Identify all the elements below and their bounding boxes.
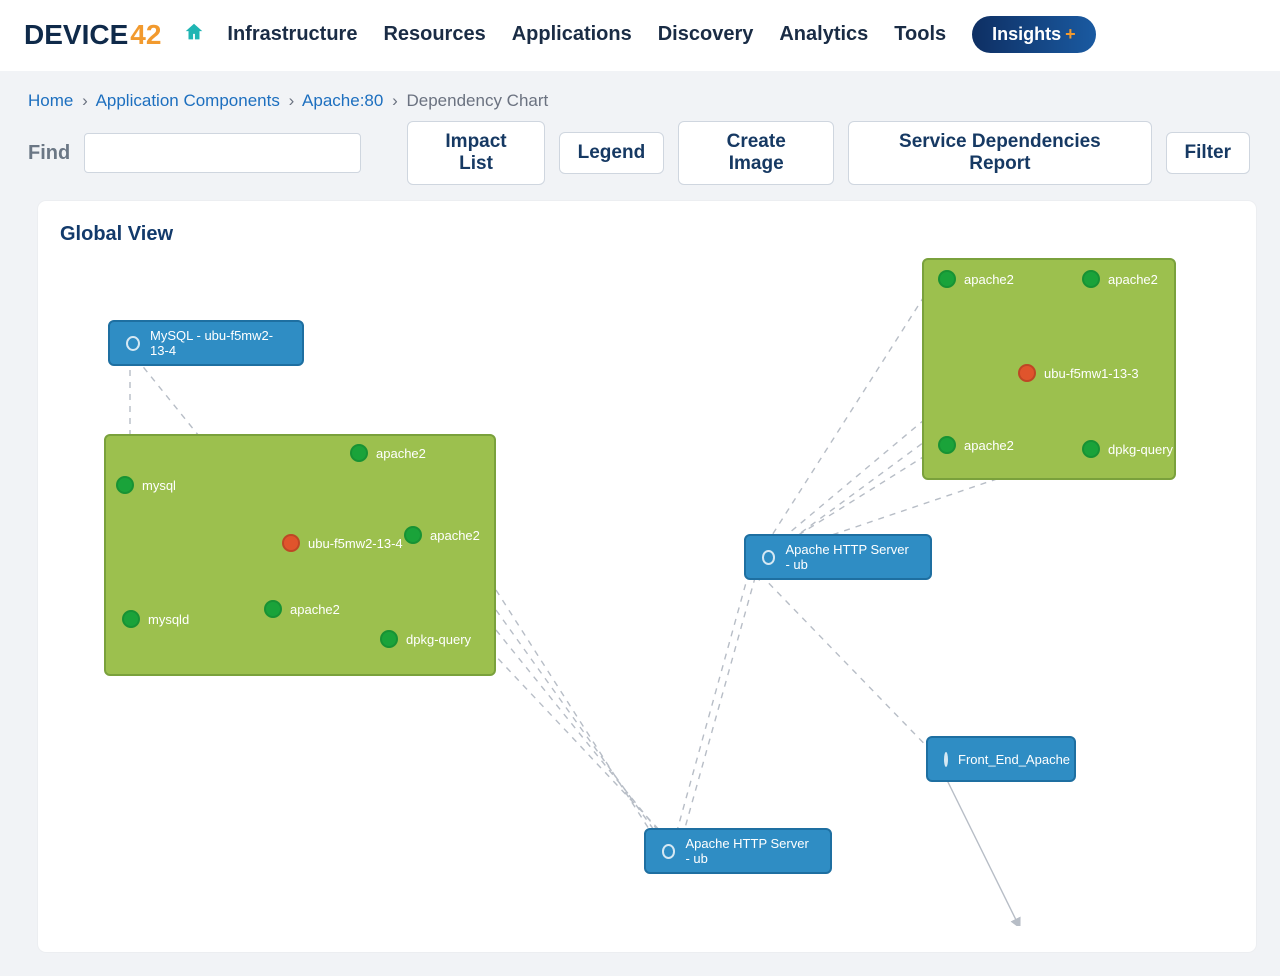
crumb-leaf: Dependency Chart xyxy=(406,91,548,110)
insights-label: Insights xyxy=(992,24,1061,45)
nav-infrastructure[interactable]: Infrastructure xyxy=(227,23,357,46)
insights-pill[interactable]: Insights+ xyxy=(972,16,1096,53)
process-node[interactable]: dpkg-query xyxy=(1082,440,1173,458)
process-label: apache2 xyxy=(964,272,1014,287)
content-shell: Home › Application Components › Apache:8… xyxy=(0,71,1280,976)
process-node[interactable]: apache2 xyxy=(938,270,1014,288)
process-dot-icon xyxy=(116,476,134,494)
home-icon[interactable] xyxy=(183,21,205,49)
process-dot-icon xyxy=(380,630,398,648)
host-dot-icon xyxy=(1018,364,1036,382)
nav-discovery[interactable]: Discovery xyxy=(658,23,754,46)
process-node[interactable]: apache2 xyxy=(350,444,426,462)
brand-word: DEVICE xyxy=(24,19,128,51)
app-node[interactable]: Apache HTTP Server - ub xyxy=(644,828,832,874)
app-label: Apache HTTP Server - ub xyxy=(685,836,814,866)
process-dot-icon xyxy=(350,444,368,462)
process-node[interactable]: mysql xyxy=(116,476,176,494)
topbar: DEVICE42 Infrastructure Resources Applic… xyxy=(0,0,1280,71)
app-label: Apache HTTP Server - ub xyxy=(785,542,914,572)
app-node[interactable]: Apache HTTP Server - ub xyxy=(744,534,932,580)
panel-title: Global View xyxy=(60,223,1234,246)
process-node[interactable]: dpkg-query xyxy=(380,630,471,648)
crumb-apache[interactable]: Apache:80 xyxy=(302,91,383,110)
process-dot-icon xyxy=(938,270,956,288)
service-dependencies-report-button[interactable]: Service Dependencies Report xyxy=(848,121,1151,185)
process-dot-icon xyxy=(1082,440,1100,458)
process-dot-icon xyxy=(264,600,282,618)
nav-tools[interactable]: Tools xyxy=(894,23,946,46)
process-dot-icon xyxy=(122,610,140,628)
app-ring-icon xyxy=(662,844,675,859)
app-ring-icon xyxy=(126,336,140,351)
process-label: apache2 xyxy=(964,438,1014,453)
process-dot-icon xyxy=(938,436,956,454)
process-dot-icon xyxy=(404,526,422,544)
chevron-right-icon: › xyxy=(78,91,92,110)
process-node[interactable]: mysqld xyxy=(122,610,189,628)
filter-button[interactable]: Filter xyxy=(1166,132,1250,174)
process-label: mysql xyxy=(142,478,176,493)
process-node[interactable]: apache2 xyxy=(938,436,1014,454)
process-label: mysqld xyxy=(148,612,189,627)
impact-list-button[interactable]: Impact List xyxy=(407,121,544,185)
main-nav: Infrastructure Resources Applications Di… xyxy=(227,16,1095,53)
graph-canvas[interactable]: ubu-f5mw2-13-4 mysql apache2 apache2 mysqld a… xyxy=(60,258,1234,926)
brand-num: 42 xyxy=(130,19,161,51)
chevron-right-icon: › xyxy=(388,91,402,110)
process-label: apache2 xyxy=(430,528,480,543)
process-dot-icon xyxy=(1082,270,1100,288)
nav-analytics[interactable]: Analytics xyxy=(779,23,868,46)
app-ring-icon xyxy=(762,550,775,565)
process-node[interactable]: apache2 xyxy=(1082,270,1158,288)
host-dot-icon xyxy=(282,534,300,552)
nav-resources[interactable]: Resources xyxy=(383,23,485,46)
app-node[interactable]: Front_End_Apache xyxy=(926,736,1076,782)
app-ring-icon xyxy=(944,752,948,767)
legend-button[interactable]: Legend xyxy=(559,132,665,174)
brand-logo[interactable]: DEVICE42 xyxy=(24,19,161,51)
app-label: Front_End_Apache xyxy=(958,752,1070,767)
crumb-components[interactable]: Application Components xyxy=(96,91,280,110)
chevron-right-icon: › xyxy=(285,91,299,110)
breadcrumb: Home › Application Components › Apache:8… xyxy=(14,85,1256,121)
host-center-node[interactable]: ubu-f5mw2-13-4 xyxy=(282,534,403,552)
process-label: apache2 xyxy=(376,446,426,461)
crumb-home[interactable]: Home xyxy=(28,91,73,110)
find-label: Find xyxy=(28,142,70,165)
dependency-chart-panel: Global View ubu-f5mw2-13-4 mysql apache2 ap… xyxy=(38,201,1256,952)
process-node[interactable]: apache2 xyxy=(404,526,480,544)
toolbar: Find Impact List Legend Create Image Ser… xyxy=(14,121,1256,201)
host-label: ubu-f5mw1-13-3 xyxy=(1044,366,1139,381)
process-label: apache2 xyxy=(1108,272,1158,287)
host-center-node[interactable]: ubu-f5mw1-13-3 xyxy=(1018,364,1139,382)
nav-applications[interactable]: Applications xyxy=(512,23,632,46)
process-node[interactable]: apache2 xyxy=(264,600,340,618)
find-input[interactable] xyxy=(84,133,361,173)
process-label: dpkg-query xyxy=(406,632,471,647)
app-node[interactable]: MySQL - ubu-f5mw2-13-4 xyxy=(108,320,304,366)
create-image-button[interactable]: Create Image xyxy=(678,121,834,185)
process-label: apache2 xyxy=(290,602,340,617)
plus-icon: + xyxy=(1065,24,1076,45)
host-label: ubu-f5mw2-13-4 xyxy=(308,536,403,551)
app-label: MySQL - ubu-f5mw2-13-4 xyxy=(150,328,286,358)
process-label: dpkg-query xyxy=(1108,442,1173,457)
